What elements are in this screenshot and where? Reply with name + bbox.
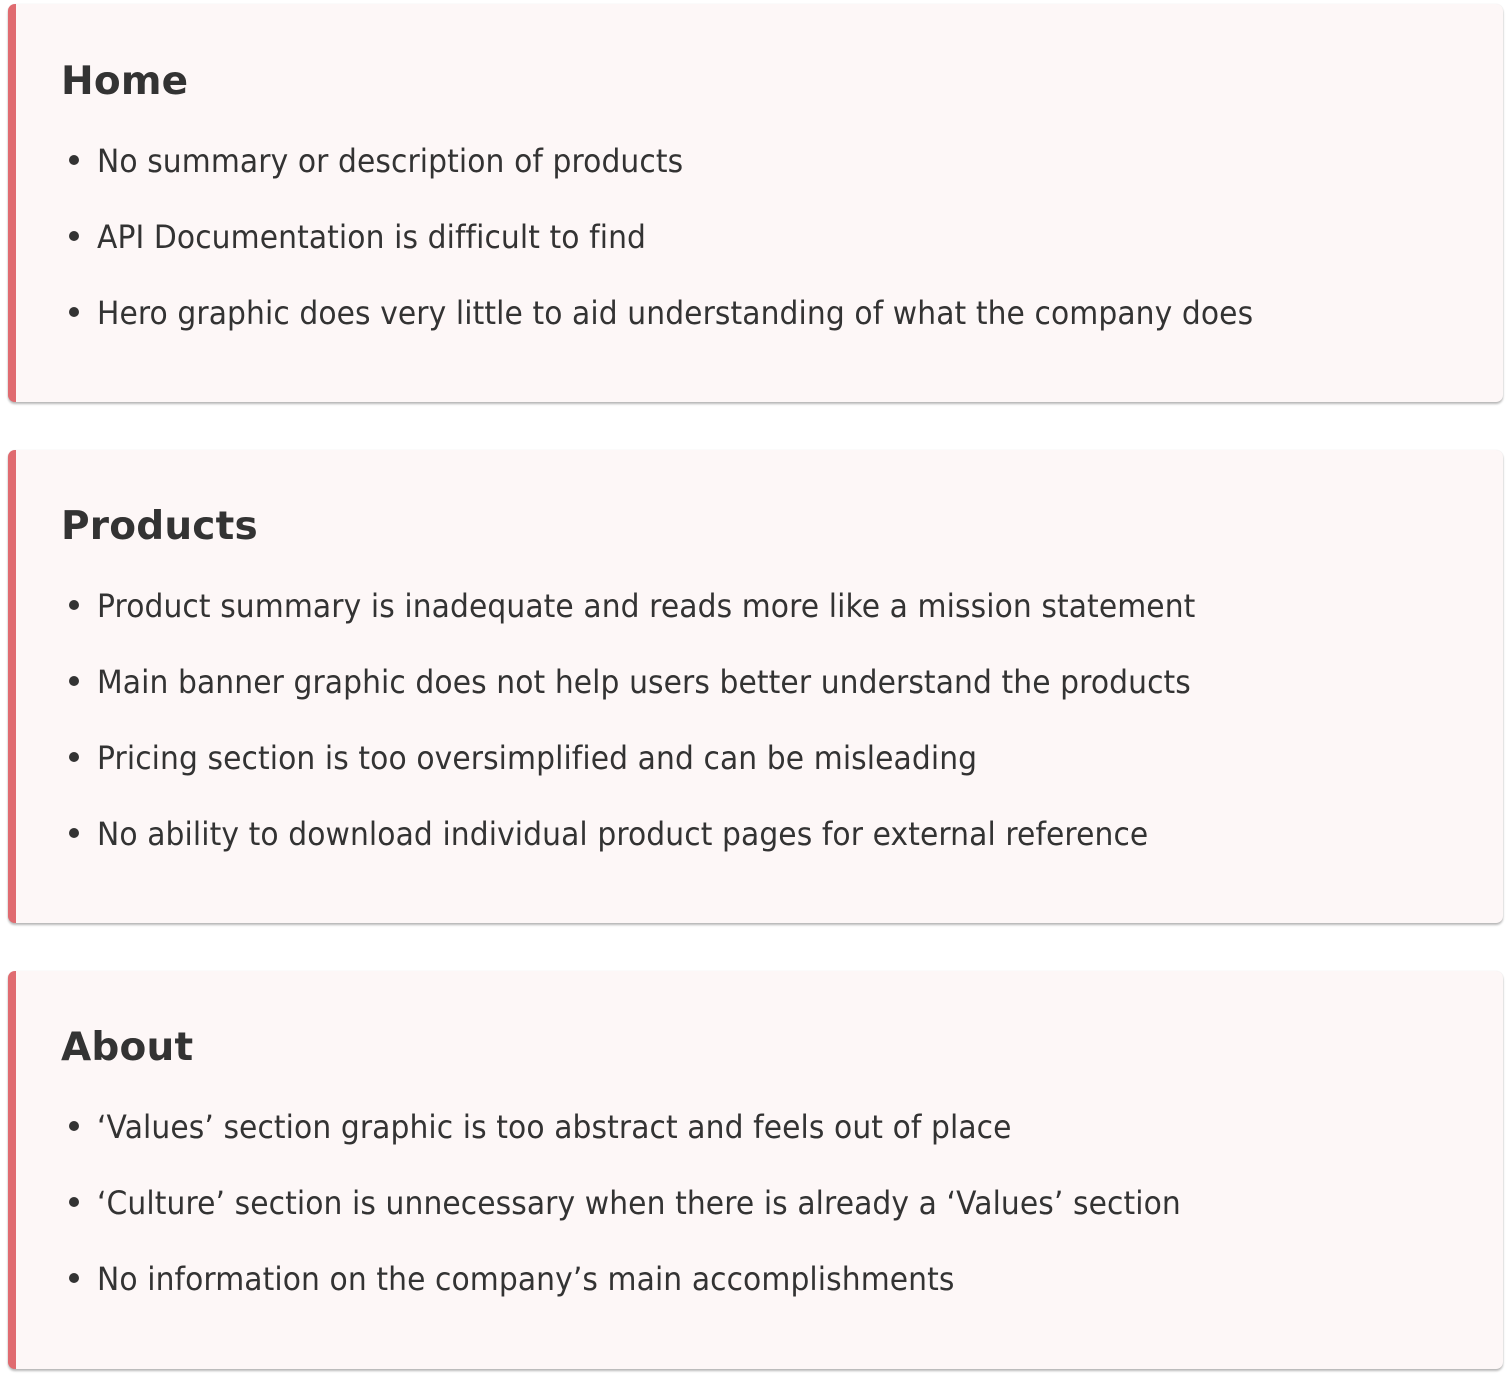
- list-item: No summary or description of products: [61, 142, 1503, 218]
- list-item: API Documentation is difficult to find: [61, 218, 1503, 294]
- section-card-about: About ‘Values’ section graphic is too ab…: [8, 971, 1503, 1369]
- issue-text: API Documentation is difficult to find: [97, 218, 647, 256]
- issue-text: Main banner graphic does not help users …: [97, 663, 1191, 701]
- list-item: Product summary is inadequate and reads …: [61, 587, 1503, 663]
- issue-text: ‘Values’ section graphic is too abstract…: [97, 1108, 1012, 1146]
- issue-list: Product summary is inadequate and reads …: [61, 587, 1503, 891]
- section-title: Home: [61, 59, 189, 104]
- list-item: Hero graphic does very little to aid und…: [61, 294, 1503, 370]
- bullet-icon: [69, 600, 79, 610]
- list-item: No information on the company’s main acc…: [61, 1260, 1503, 1336]
- issue-text: Pricing section is too oversimplified an…: [97, 739, 978, 777]
- issue-text: No summary or description of products: [97, 142, 684, 180]
- section-card-home: Home No summary or description of produc…: [8, 4, 1503, 402]
- issue-text: Product summary is inadequate and reads …: [97, 587, 1196, 625]
- list-item: Main banner graphic does not help users …: [61, 663, 1503, 739]
- section-title: About: [61, 1025, 194, 1070]
- bullet-icon: [69, 231, 79, 241]
- issue-list: No summary or description of products AP…: [61, 142, 1503, 370]
- issue-list: ‘Values’ section graphic is too abstract…: [61, 1108, 1503, 1336]
- bullet-icon: [69, 676, 79, 686]
- issue-text: ‘Culture’ section is unnecessary when th…: [97, 1184, 1181, 1222]
- bullet-icon: [69, 828, 79, 838]
- bullet-icon: [69, 752, 79, 762]
- section-title: Products: [61, 504, 258, 549]
- bullet-icon: [69, 307, 79, 317]
- list-item: ‘Values’ section graphic is too abstract…: [61, 1108, 1503, 1184]
- bullet-icon: [69, 1121, 79, 1131]
- issue-text: No ability to download individual produc…: [97, 815, 1149, 853]
- bullet-icon: [69, 1273, 79, 1283]
- issue-text: Hero graphic does very little to aid und…: [97, 294, 1254, 332]
- bullet-icon: [69, 1197, 79, 1207]
- list-item: ‘Culture’ section is unnecessary when th…: [61, 1184, 1503, 1260]
- issue-text: No information on the company’s main acc…: [97, 1260, 955, 1298]
- bullet-icon: [69, 155, 79, 165]
- list-item: Pricing section is too oversimplified an…: [61, 739, 1503, 815]
- section-card-products: Products Product summary is inadequate a…: [8, 450, 1503, 923]
- list-item: No ability to download individual produc…: [61, 815, 1503, 891]
